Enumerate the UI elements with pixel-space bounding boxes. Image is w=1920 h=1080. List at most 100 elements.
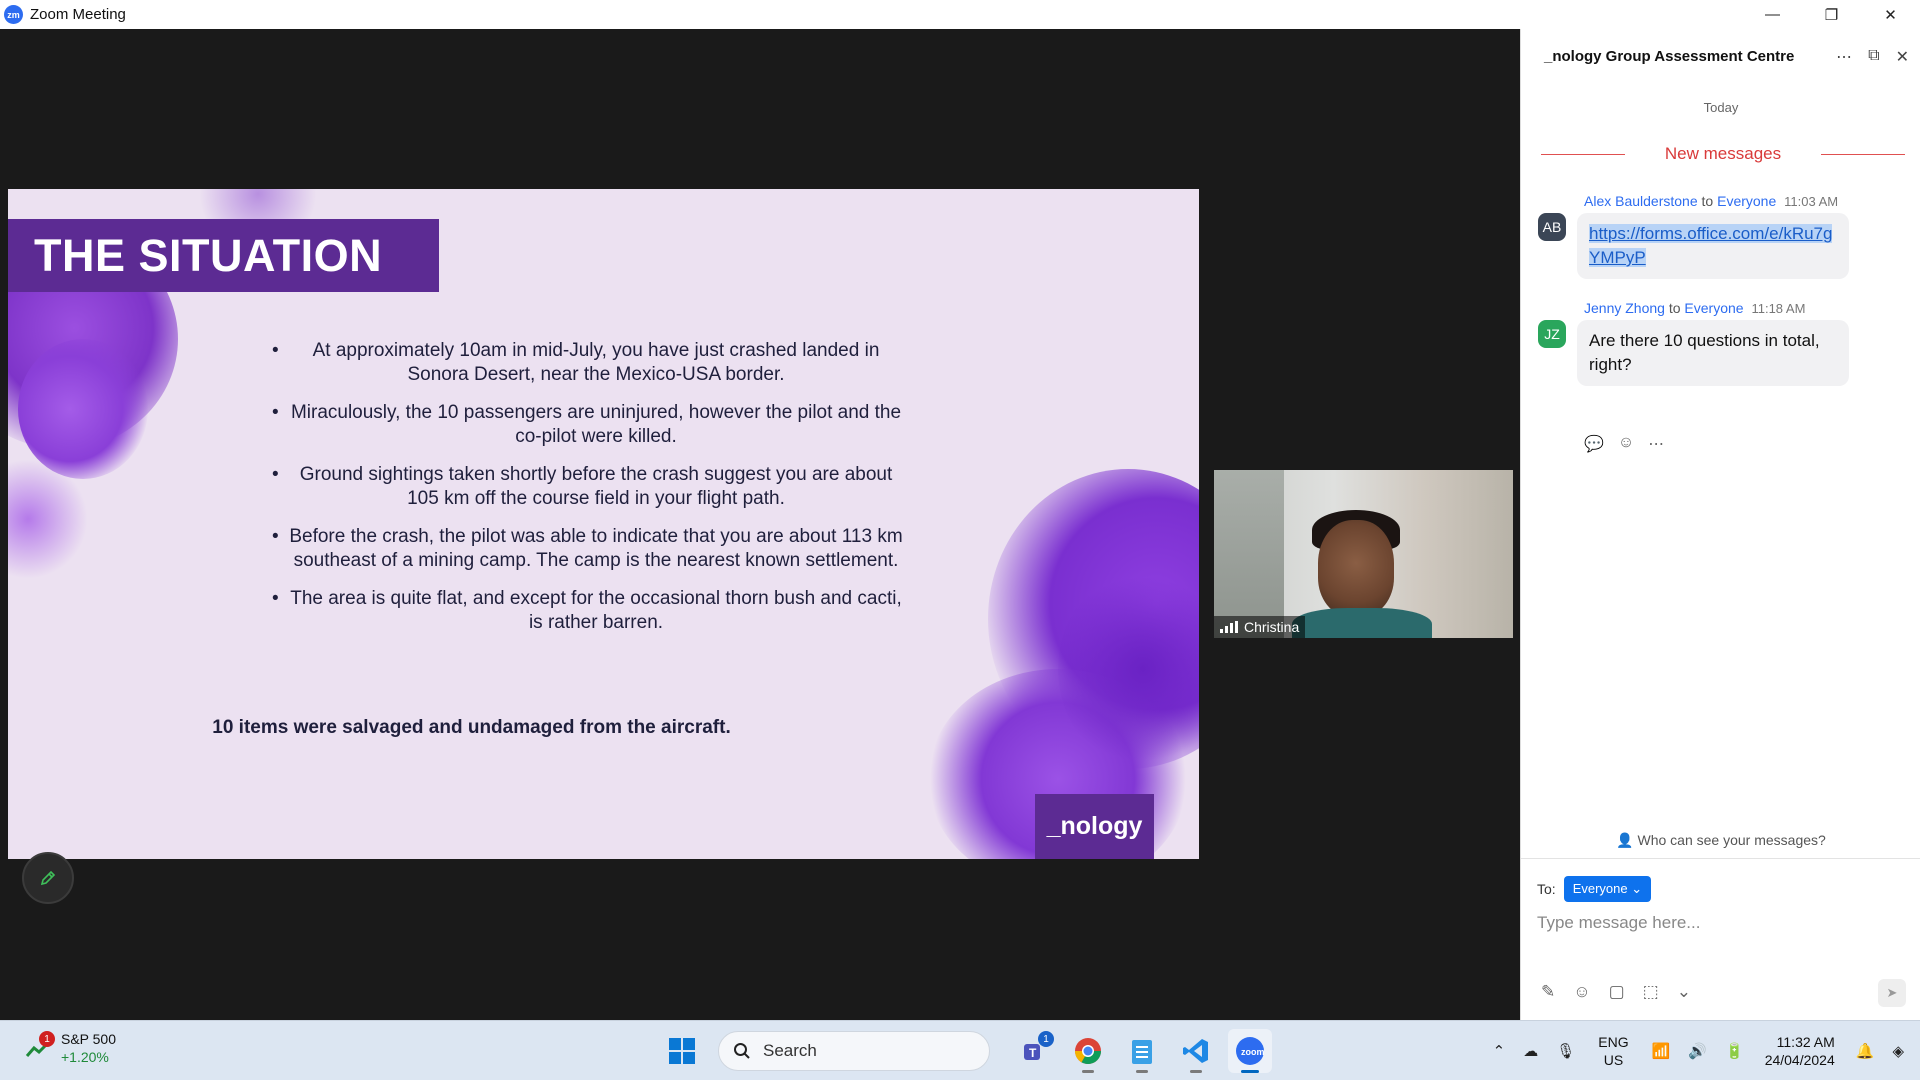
chat-header: _nology Group Assessment Centre ⋯ ⧉ ✕	[1521, 29, 1920, 84]
onedrive-cloud-icon[interactable]: ☁	[1514, 1042, 1547, 1060]
stock-name: S&P 500	[61, 1031, 117, 1047]
zoom-app-icon: zm	[4, 5, 23, 24]
message-to-word: to	[1701, 193, 1714, 209]
recipient-row: To: Everyone ⌄	[1537, 876, 1652, 902]
emoji-icon[interactable]: ☺	[1573, 982, 1590, 1002]
vscode-icon	[1183, 1039, 1208, 1063]
format-text-icon[interactable]: ✎	[1541, 982, 1555, 1002]
add-reaction-icon[interactable]: ☺	[1618, 434, 1634, 454]
stock-chart-icon: 1	[25, 1031, 55, 1060]
message-meta: Jenny Zhong to Everyone 11:18 AM	[1584, 300, 1805, 316]
slide-bullet: Miraculously, the 10 passengers are unin…	[266, 401, 926, 449]
chat-panel: _nology Group Assessment Centre ⋯ ⧉ ✕ To…	[1520, 29, 1920, 1020]
message-recipient[interactable]: Everyone	[1717, 193, 1776, 209]
running-indicator	[1190, 1070, 1202, 1073]
start-button[interactable]	[660, 1029, 704, 1073]
close-window-button[interactable]: ✕	[1861, 0, 1920, 29]
message-sender[interactable]: Alex Baulderstone	[1584, 193, 1698, 209]
video-person-face	[1318, 520, 1394, 616]
send-button[interactable]: ➤	[1878, 979, 1906, 1007]
avatar: JZ	[1538, 320, 1566, 348]
chevron-up-icon[interactable]: ⌃	[1484, 1042, 1515, 1060]
wifi-icon[interactable]: 📶	[1643, 1042, 1680, 1060]
search-label: Search	[763, 1041, 817, 1060]
close-chat-icon[interactable]: ✕	[1896, 47, 1909, 67]
participant-video-tile[interactable]: Christina	[1214, 470, 1513, 638]
windows-taskbar: 1 S&P 500 +1.20% Search T 1 zoom ⌃ ☁ 🎙 E…	[0, 1020, 1920, 1080]
notification-bell-icon[interactable]: 🔔	[1847, 1042, 1884, 1060]
taskbar-clock[interactable]: 11:32 AM 24/04/2024	[1753, 1033, 1847, 1069]
vscode-app[interactable]	[1174, 1029, 1218, 1073]
clock-time: 11:32 AM	[1776, 1034, 1835, 1050]
message-to-word: to	[1668, 300, 1681, 316]
divider-line	[1541, 153, 1625, 155]
window-titlebar: zm Zoom Meeting — ❐ ✕	[0, 0, 1920, 29]
teams-app[interactable]: T 1	[1012, 1029, 1056, 1073]
search-icon	[734, 1043, 750, 1059]
chrome-app[interactable]	[1066, 1029, 1110, 1073]
chrome-icon	[1074, 1038, 1102, 1065]
windows-logo-icon	[669, 1038, 695, 1064]
recipient-value: Everyone	[1572, 881, 1628, 896]
minimize-button[interactable]: —	[1743, 0, 1802, 29]
stock-widget[interactable]: 1 S&P 500 +1.20%	[25, 1030, 116, 1066]
language-indicator[interactable]: ENG US	[1584, 1033, 1642, 1069]
new-messages-divider: New messages	[1541, 144, 1905, 164]
notepad-app[interactable]	[1120, 1029, 1164, 1073]
slide-footer-note: 10 items were salvaged and undamaged fro…	[8, 717, 1178, 739]
who-can-see-link[interactable]: 👤 Who can see your messages?	[1521, 832, 1920, 849]
annotate-pencil-button[interactable]	[22, 852, 74, 904]
copilot-icon[interactable]: ◈	[1883, 1042, 1920, 1060]
message-sender[interactable]: Jenny Zhong	[1584, 300, 1665, 316]
teams-badge: 1	[1038, 1031, 1054, 1047]
recipient-dropdown[interactable]: Everyone ⌄	[1563, 876, 1652, 902]
message-time: 11:18 AM	[1751, 301, 1806, 316]
nology-logo: _nology	[1035, 794, 1154, 859]
ink-decoration	[18, 339, 148, 479]
slide-bullet: Ground sightings taken shortly before th…	[266, 463, 926, 511]
who-can-see-text: Who can see your messages?	[1637, 832, 1826, 848]
pop-out-icon[interactable]: ⧉	[1868, 47, 1879, 67]
participant-name: Christina	[1244, 619, 1300, 635]
notepad-icon	[1132, 1040, 1152, 1064]
volume-icon[interactable]: 🔊	[1679, 1042, 1716, 1060]
taskbar-search[interactable]: Search	[718, 1031, 990, 1071]
message-link[interactable]: https://forms.office.com/e/kRu7gYMPyP	[1589, 224, 1833, 267]
chevron-down-icon: ⌄	[1631, 881, 1643, 896]
send-icon: ➤	[1886, 985, 1898, 1000]
restore-button[interactable]: ❐	[1802, 0, 1861, 29]
file-icon[interactable]: ▢	[1609, 982, 1625, 1002]
keyboard-region: US	[1603, 1052, 1624, 1068]
signal-strength-icon	[1220, 621, 1238, 633]
battery-icon[interactable]: 🔋	[1716, 1042, 1753, 1060]
message-actions: 💬 ☺ ⋯	[1584, 434, 1664, 454]
slide-bullet: Before the crash, the pilot was able to …	[266, 525, 926, 573]
divider-line	[1821, 153, 1905, 155]
taskbar-apps: Search T 1 zoom	[660, 1029, 1272, 1073]
chat-day-label: Today	[1703, 100, 1739, 115]
chevron-down-icon[interactable]: ⌄	[1677, 982, 1691, 1002]
video-background	[1214, 470, 1284, 638]
chat-header-actions: ⋯ ⧉ ✕	[1836, 47, 1909, 67]
microphone-icon[interactable]: 🎙	[1547, 1042, 1584, 1060]
svg-text:T: T	[1029, 1046, 1037, 1060]
screenshot-icon[interactable]: ⬚	[1643, 982, 1659, 1002]
window-controls: — ❐ ✕	[1743, 0, 1920, 29]
video-person-body	[1292, 608, 1432, 638]
slide-bullet: The area is quite flat, and except for t…	[266, 587, 926, 635]
more-actions-icon[interactable]: ⋯	[1648, 434, 1664, 454]
reply-icon[interactable]: 💬	[1584, 434, 1604, 454]
zoom-app[interactable]: zoom	[1228, 1029, 1272, 1073]
window-title: Zoom Meeting	[30, 6, 126, 23]
message-recipient[interactable]: Everyone	[1684, 300, 1743, 316]
running-indicator	[1136, 1070, 1148, 1073]
stock-widget-text: S&P 500 +1.20%	[61, 1030, 116, 1066]
chat-title: _nology Group Assessment Centre	[1544, 48, 1795, 65]
system-tray: ⌃ ☁ 🎙 ENG US 📶 🔊 🔋 11:32 AM 24/04/2024 🔔…	[1484, 1021, 1920, 1080]
slide-bullet-list: At approximately 10am in mid-July, you h…	[266, 339, 926, 649]
message-input[interactable]	[1537, 913, 1907, 933]
composer-divider	[1521, 858, 1920, 859]
new-messages-label: New messages	[1664, 144, 1782, 163]
meeting-stage: THE SITUATION At approximately 10am in m…	[0, 29, 1520, 1020]
more-options-icon[interactable]: ⋯	[1836, 47, 1852, 67]
